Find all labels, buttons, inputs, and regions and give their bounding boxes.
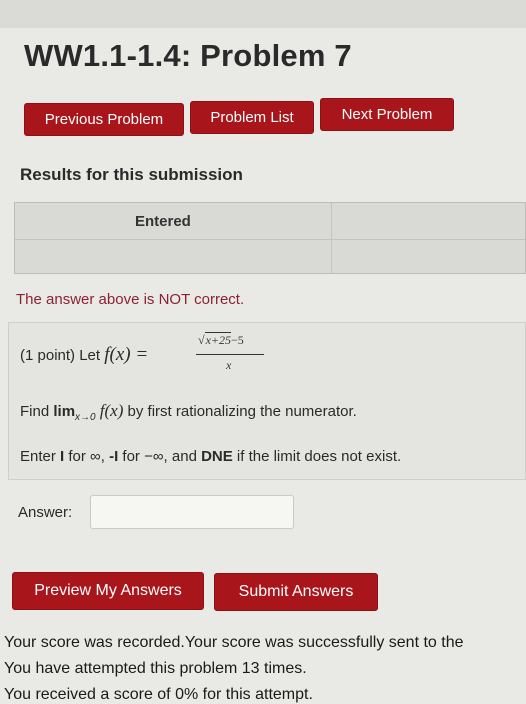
problem-list-button[interactable]: Problem List	[190, 101, 314, 134]
problem-instruction: Find limx→0 f(x) by first rationalizing …	[20, 401, 357, 423]
limit-subscript: x→0	[75, 412, 96, 423]
answer-label: Answer:	[18, 504, 73, 521]
problem-statement: (1 point) Let f(x) =	[20, 344, 148, 366]
entry-instructions: Enter I for ∞, -I for −∞, and DNE if the…	[20, 448, 401, 465]
results-heading: Results for this submission	[20, 165, 243, 184]
score-message: You received a score of 0% for this atte…	[4, 686, 313, 703]
instruction-rest: by first rationalizing the numerator.	[123, 403, 357, 420]
score-recorded-message: Your score was recorded.Your score was s…	[4, 634, 464, 651]
fraction-numerator: √x+25−5	[198, 332, 244, 347]
results-column-entered: Entered	[135, 213, 191, 230]
previous-problem-button[interactable]: Previous Problem	[24, 103, 184, 136]
attempts-message: You have attempted this problem 13 times…	[4, 660, 307, 677]
submit-answers-button[interactable]: Submit Answers	[214, 573, 378, 611]
function-label: f(x) =	[104, 344, 149, 365]
fraction-bar	[196, 354, 264, 355]
numerator-rest: −5	[231, 333, 244, 347]
fraction-denominator: x	[226, 358, 232, 372]
find-text: Find	[20, 403, 54, 420]
next-problem-button[interactable]: Next Problem	[320, 98, 454, 131]
enter-text-c: for −∞, and	[118, 448, 202, 465]
top-shade	[0, 0, 526, 28]
results-header-row	[15, 203, 525, 240]
page-title: WW1.1-1.4: Problem 7	[24, 38, 352, 73]
limit-function: f(x)	[99, 401, 124, 420]
answer-input[interactable]	[90, 495, 294, 529]
radicand: x+25	[204, 332, 232, 347]
results-column-divider	[331, 203, 332, 273]
enter-text-d: if the limit does not exist.	[232, 448, 402, 465]
results-table: Entered	[14, 202, 526, 274]
limit-lim: lim	[53, 403, 76, 420]
answer-feedback: The answer above is NOT correct.	[16, 291, 245, 308]
problem-intro: (1 point) Let	[20, 347, 105, 364]
enter-text-b: for ∞,	[64, 448, 110, 465]
preview-answers-button[interactable]: Preview My Answers	[12, 572, 204, 610]
enter-dne-code: DNE	[201, 448, 233, 465]
enter-text-a: Enter	[20, 448, 61, 465]
enter-neg-infinity-code: -I	[109, 448, 119, 465]
